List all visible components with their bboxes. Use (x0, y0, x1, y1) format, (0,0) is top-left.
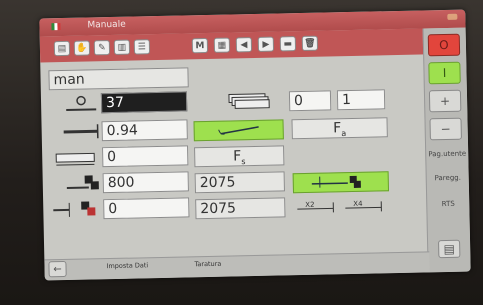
r-axis-value-2: 2075 (195, 197, 286, 220)
thickness-field[interactable]: 0.94 (101, 119, 188, 142)
sheet-count-field[interactable]: 0 (288, 90, 332, 112)
imposta-dati-button[interactable]: Imposta Dati (106, 261, 148, 270)
wrench-icon[interactable]: ✎ (93, 40, 111, 56)
x2-axis-icon[interactable]: X2 (295, 198, 337, 215)
arrow-left-button[interactable]: ◀ (235, 37, 253, 53)
trash-icon[interactable]: 🗑 (301, 35, 319, 51)
sheet-total-field[interactable]: 1 (336, 89, 386, 111)
m-button[interactable]: M (191, 37, 209, 54)
back-arrow-icon[interactable]: ← (48, 260, 67, 278)
fa-button[interactable]: Fa (291, 117, 388, 140)
thickness-icon (61, 121, 101, 142)
save-icon[interactable]: ▦ (213, 37, 231, 53)
start-button[interactable]: I (428, 61, 461, 85)
rts-button[interactable]: RTS (427, 200, 469, 209)
stop-button[interactable]: O (427, 33, 461, 57)
x-axis-field[interactable]: 800 (102, 171, 189, 194)
window-title: Manuale (87, 19, 126, 31)
svg-text:X2: X2 (305, 201, 314, 209)
fa-label: F (333, 120, 342, 137)
fa-sub: a (341, 128, 347, 138)
bend-mode-button[interactable] (193, 119, 284, 142)
x4-axis-icon[interactable]: X4 (343, 197, 385, 214)
svg-text:X4: X4 (353, 200, 363, 208)
x-axis-backgauge-icon (65, 173, 103, 194)
hand-icon[interactable]: ✋ (73, 40, 91, 56)
pag-utente-button[interactable]: Pag.utente (426, 150, 468, 159)
plus-button[interactable]: + (428, 89, 462, 113)
taratura-button[interactable]: Taratura (194, 260, 221, 269)
right-panel: O I + − Pag.utente Paregg. RTS ▤ (422, 27, 471, 273)
fs-sub: s (241, 157, 246, 167)
minus-icon[interactable]: ▬ (279, 36, 297, 52)
arrow-right-button[interactable]: ▶ (257, 36, 275, 52)
angle-field[interactable]: 37 (100, 91, 188, 114)
list-icon[interactable]: ☰ (133, 39, 151, 55)
hmi-screen: Manuale ▤ ✋ ✎ ▥ ☰ M ▦ ◀ ▶ ▬ 🗑 man 37 0 1… (39, 9, 471, 281)
page-icon[interactable]: ▤ (53, 40, 71, 57)
r-axis-field[interactable]: 0 (103, 197, 190, 220)
minus-button[interactable]: − (429, 117, 462, 141)
width-field[interactable]: 0 (102, 145, 189, 168)
italy-flag-icon (51, 23, 61, 31)
fs-button[interactable]: Fs (194, 145, 285, 168)
fs-label: F (232, 148, 242, 165)
chart-icon[interactable]: ▥ (113, 39, 131, 55)
x-axis-mode-button[interactable] (292, 171, 389, 194)
status-indicator-icon (447, 13, 458, 20)
paregg-button[interactable]: Paregg. (427, 174, 469, 183)
program-name-field[interactable]: man (48, 67, 189, 91)
document-icon[interactable]: ▤ (438, 239, 461, 259)
x-axis-value-2: 2075 (194, 171, 285, 194)
sheet-stack-icon (227, 92, 271, 111)
width-icon (52, 147, 100, 168)
r-axis-backgauge-icon (49, 199, 103, 220)
punch-angle-icon (61, 93, 101, 114)
